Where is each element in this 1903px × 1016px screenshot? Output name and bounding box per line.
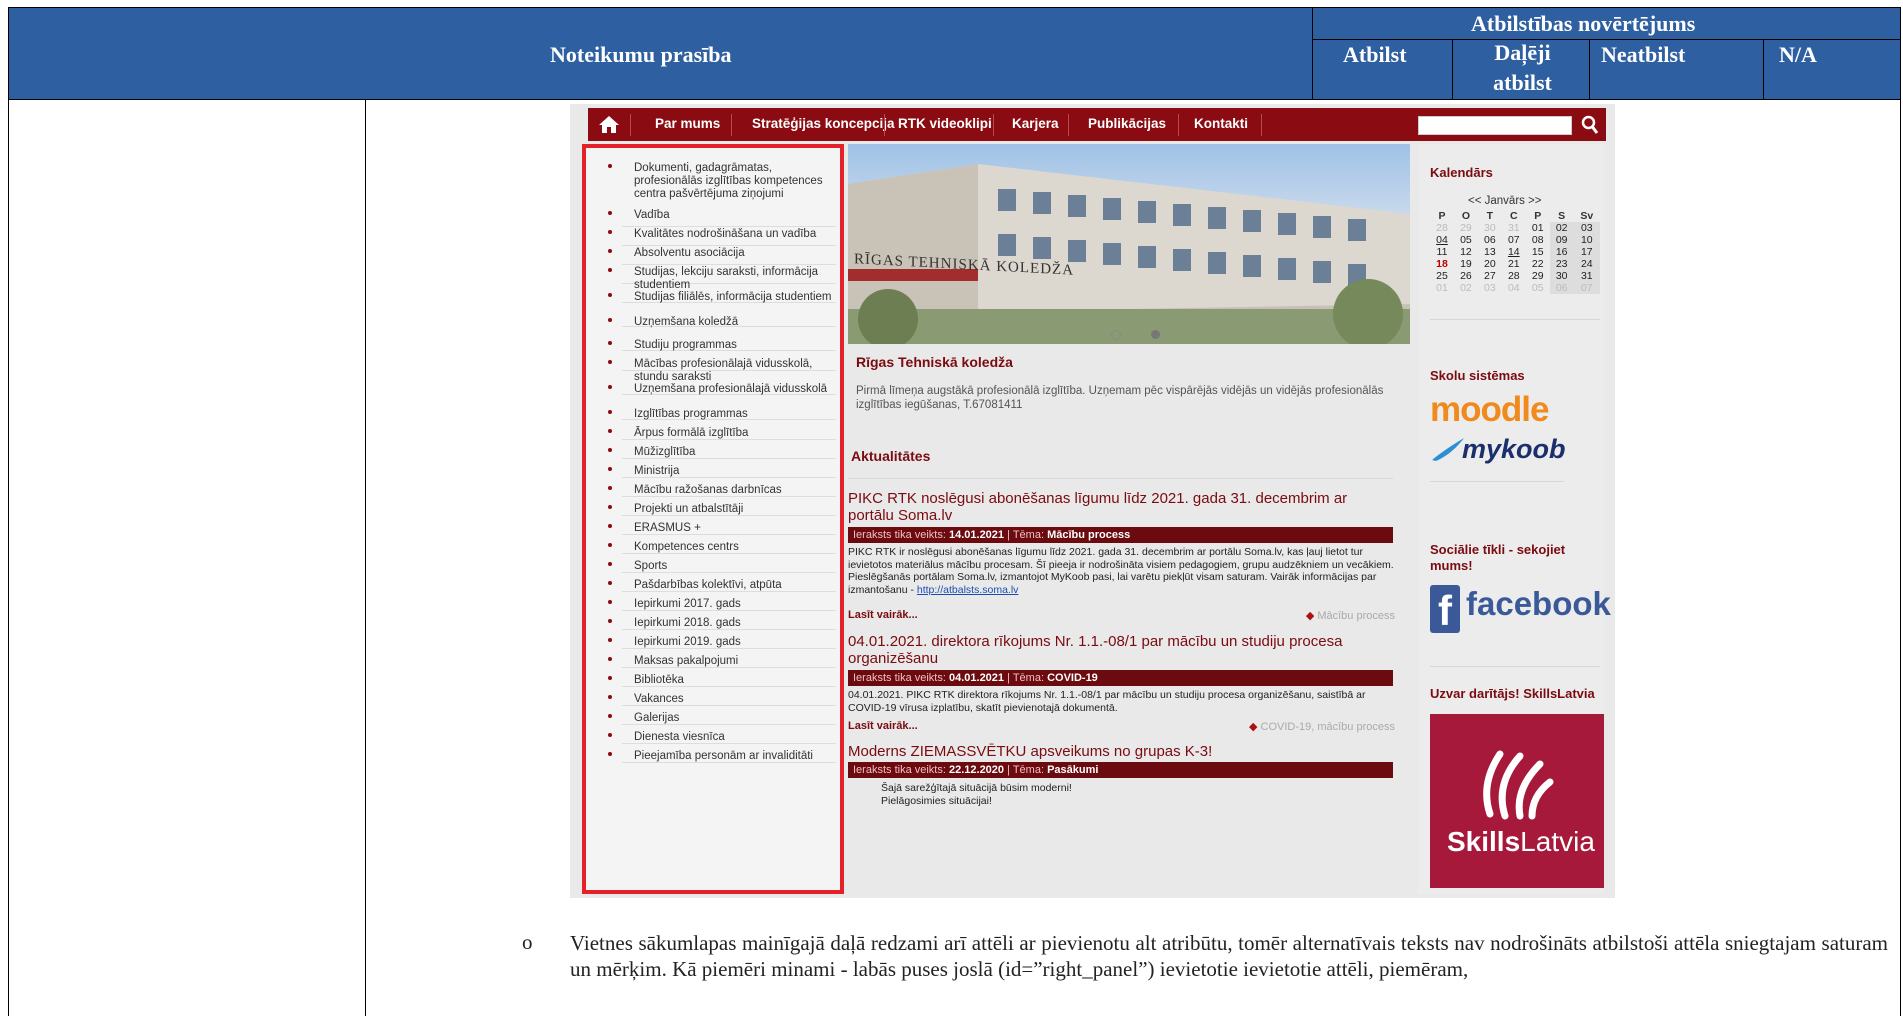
header-divider	[1589, 39, 1590, 100]
hero-image: RĪGAS TEHNISKĀ KOLEDŽA	[848, 144, 1410, 344]
home-icon[interactable]	[598, 115, 620, 134]
post-body: Šajā sarežģītajā situācijā būsim moderni…	[881, 782, 1072, 794]
college-building-image	[848, 164, 1410, 344]
post-link[interactable]: http://atbalsts.soma.lv	[917, 584, 1019, 596]
header-divider	[1312, 7, 1313, 100]
slider-dot[interactable]	[1111, 330, 1121, 340]
slider-dot-active[interactable]	[1151, 330, 1160, 339]
post-title[interactable]: Moderns ZIEMASSVĒTKU apsveikums no grupa…	[848, 743, 1393, 760]
table-border	[365, 100, 366, 1016]
rule-column-header: Noteikumu prasība	[550, 42, 732, 67]
post-title[interactable]: PIKC RTK noslēgusi abonēšanas līgumu līd…	[848, 490, 1393, 524]
left-menu: Dokumenti, gadagrāmatas, profesionālās i…	[582, 144, 844, 894]
facebook-icon[interactable]: f	[1430, 585, 1460, 634]
skillslatvia-logo[interactable]: SkillsLatvia	[1430, 714, 1604, 888]
facebook-logo[interactable]: facebook	[1466, 585, 1611, 623]
right-panel: Kalendārs << Janvārs >> P O T C P S Sv 28 29 30 3…	[1418, 144, 1611, 894]
skills-hand-icon	[1483, 750, 1554, 820]
news-heading: Aktualitātes	[851, 448, 931, 464]
post-title[interactable]: 04.01.2021. direktora rīkojums Nr. 1.1.-…	[848, 633, 1393, 667]
col-atbilst: Atbilst	[1343, 42, 1407, 67]
calendar-title: Kalendārs	[1430, 165, 1493, 180]
table-border	[1900, 100, 1901, 1016]
assessment-paragraph: Vietnes sākumlapas mainīgajā daļā redzam…	[570, 931, 1888, 981]
nav-publikacijas[interactable]: Publikācijas	[1088, 108, 1166, 141]
website-screenshot: Par mums Stratēģijas koncepcija RTK vide…	[570, 104, 1615, 898]
col-na: N/A	[1779, 42, 1817, 67]
school-systems-title: Skolu sistēmas	[1430, 368, 1525, 383]
moodle-logo[interactable]: moodle	[1430, 390, 1549, 430]
col-neatbilst: Neatbilst	[1601, 42, 1686, 67]
tag-icon: ◆	[1248, 721, 1258, 733]
skills-heading: Uzvar darītājs! SkillsLatvia	[1430, 686, 1595, 701]
tag-icon: ◆	[1305, 610, 1315, 622]
search-input[interactable]	[1418, 116, 1572, 135]
nav-kontakti[interactable]: Kontakti	[1194, 108, 1248, 141]
college-description: Pirmā līmeņa augstākā profesionālā izglī…	[856, 385, 1384, 411]
nav-par-mums[interactable]: Par mums	[655, 108, 720, 141]
assessment-title: Atbilstības novērtējums	[1471, 11, 1696, 36]
post-meta-bar: Ieraksts tika veikts: 04.01.2021 | Tēma:…	[848, 670, 1393, 686]
post-tag[interactable]: ◆ COVID-19, mācību process	[1249, 720, 1395, 733]
nav-strategijas[interactable]: Stratēģijas koncepcija	[752, 108, 895, 141]
post-meta-bar: Ieraksts tika veikts: 14.01.2021 | Tēma:…	[848, 527, 1393, 543]
table-border	[8, 100, 9, 1016]
calendar-grid: P O T C P S Sv 28 29 30 31 01 02 03 04 05 06 07 08 09 10 1…	[1430, 210, 1600, 294]
center-column: Rīgas Tehniskā koledža Pirmā līmeņa augs…	[848, 344, 1410, 898]
list-bullet: o	[522, 930, 533, 954]
read-more-link[interactable]: Lasīt vairāk...	[848, 609, 918, 621]
calendar-month-nav[interactable]: << Janvārs >>	[1468, 195, 1542, 207]
college-title: Rīgas Tehniskā koledža	[856, 354, 1013, 370]
post-body: Pielāgosimies situācijai!	[881, 795, 992, 807]
search-icon[interactable]	[1581, 115, 1599, 135]
post-meta-bar: Ieraksts tika veikts: 22.12.2020 | Tēma:…	[848, 762, 1393, 778]
site-nav-bar: Par mums Stratēģijas koncepcija RTK vide…	[588, 108, 1606, 141]
post-body: 04.01.2021. PIKC RTK direktora rīkojums …	[848, 689, 1366, 714]
nav-videoklipi[interactable]: RTK videoklipi	[898, 108, 992, 141]
read-more-link[interactable]: Lasīt vairāk...	[848, 720, 918, 732]
social-title: Sociālie tīkli - sekojiet mums!	[1430, 542, 1566, 573]
header-divider	[1312, 39, 1901, 40]
header-divider	[1452, 39, 1453, 100]
mykoob-swoosh-icon	[1432, 438, 1464, 461]
post-tag[interactable]: ◆ Mācību process	[1306, 609, 1395, 622]
post-body: PIKC RTK ir noslēgusi abonēšanas līgumu …	[848, 546, 1394, 596]
col-dalji-atbilst: Daļēji atbilst	[1493, 40, 1552, 95]
nav-karjera[interactable]: Karjera	[1012, 108, 1059, 141]
header-divider	[1763, 39, 1764, 100]
mykoob-logo[interactable]: mykoob	[1462, 434, 1566, 465]
